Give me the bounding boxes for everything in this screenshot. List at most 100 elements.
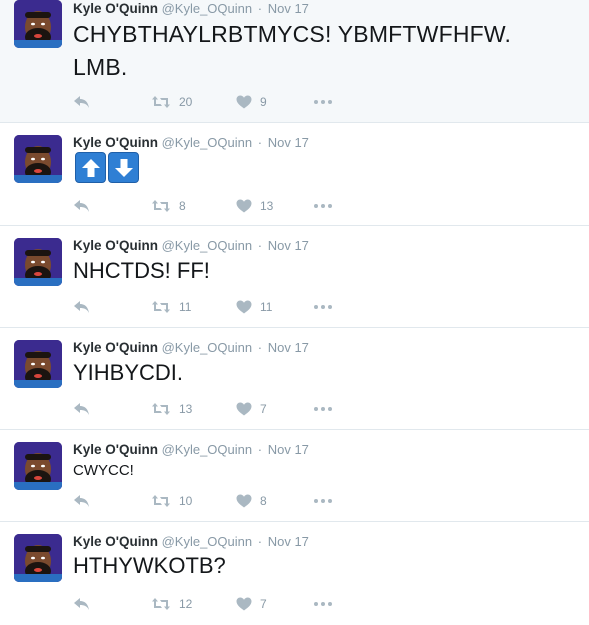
like-button[interactable]: 7	[236, 594, 267, 614]
author-name[interactable]: Kyle O'Quinn	[73, 238, 158, 253]
tweet-item[interactable]: Kyle O'Quinn @Kyle_OQuinn · Nov 17 8 13	[0, 123, 589, 226]
author-name[interactable]: Kyle O'Quinn	[73, 534, 158, 549]
retweet-count: 20	[179, 95, 193, 109]
more-options-button[interactable]	[314, 92, 332, 112]
tweet-date[interactable]: Nov 17	[268, 238, 309, 253]
separator: ·	[257, 1, 263, 16]
retweet-count: 12	[179, 597, 193, 611]
reply-button[interactable]	[73, 92, 91, 112]
tweet-text-line: CHYBTHAYLRBTMYCS! YBMFTWFHFW.	[73, 21, 512, 47]
tweet-text: NHCTDS! FF!	[73, 258, 210, 283]
tweet-date[interactable]: Nov 17	[268, 1, 309, 16]
author-handle[interactable]: @Kyle_OQuinn	[162, 238, 253, 253]
separator: ·	[257, 442, 263, 457]
reply-icon	[74, 96, 89, 108]
retweet-count: 10	[179, 494, 193, 508]
tweet-actions: 20 9	[73, 92, 373, 112]
author-name[interactable]: Kyle O'Quinn	[73, 442, 158, 457]
avatar[interactable]	[14, 0, 62, 48]
reply-button[interactable]	[73, 399, 91, 419]
retweet-count: 13	[179, 402, 193, 416]
tweet-text: HTHYWKOTB?	[73, 553, 226, 578]
author-handle[interactable]: @Kyle_OQuinn	[162, 135, 253, 150]
separator: ·	[257, 238, 263, 253]
like-button[interactable]: 9	[236, 92, 267, 112]
tweet-date[interactable]: Nov 17	[268, 135, 309, 150]
more-options-icon	[314, 407, 332, 411]
separator: ·	[257, 340, 263, 355]
like-button[interactable]: 7	[236, 399, 267, 419]
like-button[interactable]: 13	[236, 196, 273, 216]
retweet-count: 8	[179, 199, 186, 213]
reply-icon	[74, 495, 89, 507]
author-name[interactable]: Kyle O'Quinn	[73, 340, 158, 355]
tweet-actions: 13 7	[73, 399, 373, 419]
more-options-button[interactable]	[314, 399, 332, 419]
author-handle[interactable]: @Kyle_OQuinn	[162, 1, 253, 16]
retweet-button[interactable]: 8	[151, 196, 186, 216]
tweet-header: Kyle O'Quinn @Kyle_OQuinn · Nov 17	[73, 134, 309, 152]
more-options-button[interactable]	[314, 491, 332, 511]
retweet-icon	[152, 96, 170, 108]
heart-icon	[236, 300, 252, 314]
like-count: 7	[260, 597, 267, 611]
reply-button[interactable]	[73, 594, 91, 614]
like-count: 9	[260, 95, 267, 109]
more-options-button[interactable]	[314, 297, 332, 317]
reply-button[interactable]	[73, 196, 91, 216]
tweet-emoji-row	[75, 152, 139, 183]
reply-button[interactable]	[73, 297, 91, 317]
retweet-count: 11	[179, 300, 192, 314]
avatar[interactable]	[14, 340, 62, 388]
more-options-button[interactable]	[314, 594, 332, 614]
separator: ·	[257, 135, 263, 150]
tweet-text: YIHBYCDI.	[73, 360, 184, 385]
like-count: 11	[260, 300, 273, 314]
more-options-button[interactable]	[314, 196, 332, 216]
author-name[interactable]: Kyle O'Quinn	[73, 1, 158, 16]
tweet-item[interactable]: Kyle O'Quinn @Kyle_OQuinn · Nov 17 NHCTD…	[0, 226, 589, 328]
tweet-date[interactable]: Nov 17	[268, 442, 309, 457]
tweet-item[interactable]: Kyle O'Quinn @Kyle_OQuinn · Nov 17 YIHBY…	[0, 328, 589, 430]
author-handle[interactable]: @Kyle_OQuinn	[162, 340, 253, 355]
tweet-actions: 8 13	[73, 196, 373, 216]
like-count: 8	[260, 494, 267, 508]
tweet-item[interactable]: Kyle O'Quinn @Kyle_OQuinn · Nov 17 HTHYW…	[0, 522, 589, 625]
tweet-timeline: Kyle O'Quinn @Kyle_OQuinn · Nov 17 CHYBT…	[0, 0, 589, 625]
tweet-header: Kyle O'Quinn @Kyle_OQuinn · Nov 17	[73, 0, 309, 18]
tweet-header: Kyle O'Quinn @Kyle_OQuinn · Nov 17	[73, 441, 309, 459]
retweet-button[interactable]: 11	[151, 297, 191, 317]
more-options-icon	[314, 305, 332, 309]
up-arrow-emoji	[75, 152, 106, 183]
tweet-date[interactable]: Nov 17	[268, 340, 309, 355]
avatar[interactable]	[14, 135, 62, 183]
more-options-icon	[314, 100, 332, 104]
retweet-button[interactable]: 20	[151, 92, 192, 112]
like-button[interactable]: 11	[236, 297, 272, 317]
tweet-text: CWYCC!	[73, 462, 134, 479]
like-count: 7	[260, 402, 267, 416]
retweet-icon	[152, 495, 170, 507]
tweet-date[interactable]: Nov 17	[268, 534, 309, 549]
reply-icon	[74, 301, 89, 313]
more-options-icon	[314, 602, 332, 606]
retweet-icon	[152, 403, 170, 415]
tweet-header: Kyle O'Quinn @Kyle_OQuinn · Nov 17	[73, 237, 309, 255]
down-arrow-emoji	[108, 152, 139, 183]
retweet-button[interactable]: 13	[151, 399, 192, 419]
avatar[interactable]	[14, 238, 62, 286]
reply-icon	[74, 598, 89, 610]
like-button[interactable]: 8	[236, 491, 267, 511]
reply-button[interactable]	[73, 491, 91, 511]
separator: ·	[257, 534, 263, 549]
tweet-item[interactable]: Kyle O'Quinn @Kyle_OQuinn · Nov 17 CWYCC…	[0, 430, 589, 522]
author-handle[interactable]: @Kyle_OQuinn	[162, 442, 253, 457]
author-handle[interactable]: @Kyle_OQuinn	[162, 534, 253, 549]
retweet-icon	[152, 301, 170, 313]
avatar[interactable]	[14, 442, 62, 490]
retweet-button[interactable]: 10	[151, 491, 192, 511]
author-name[interactable]: Kyle O'Quinn	[73, 135, 158, 150]
tweet-item[interactable]: Kyle O'Quinn @Kyle_OQuinn · Nov 17 CHYBT…	[0, 0, 589, 123]
retweet-button[interactable]: 12	[151, 594, 192, 614]
avatar[interactable]	[14, 534, 62, 582]
